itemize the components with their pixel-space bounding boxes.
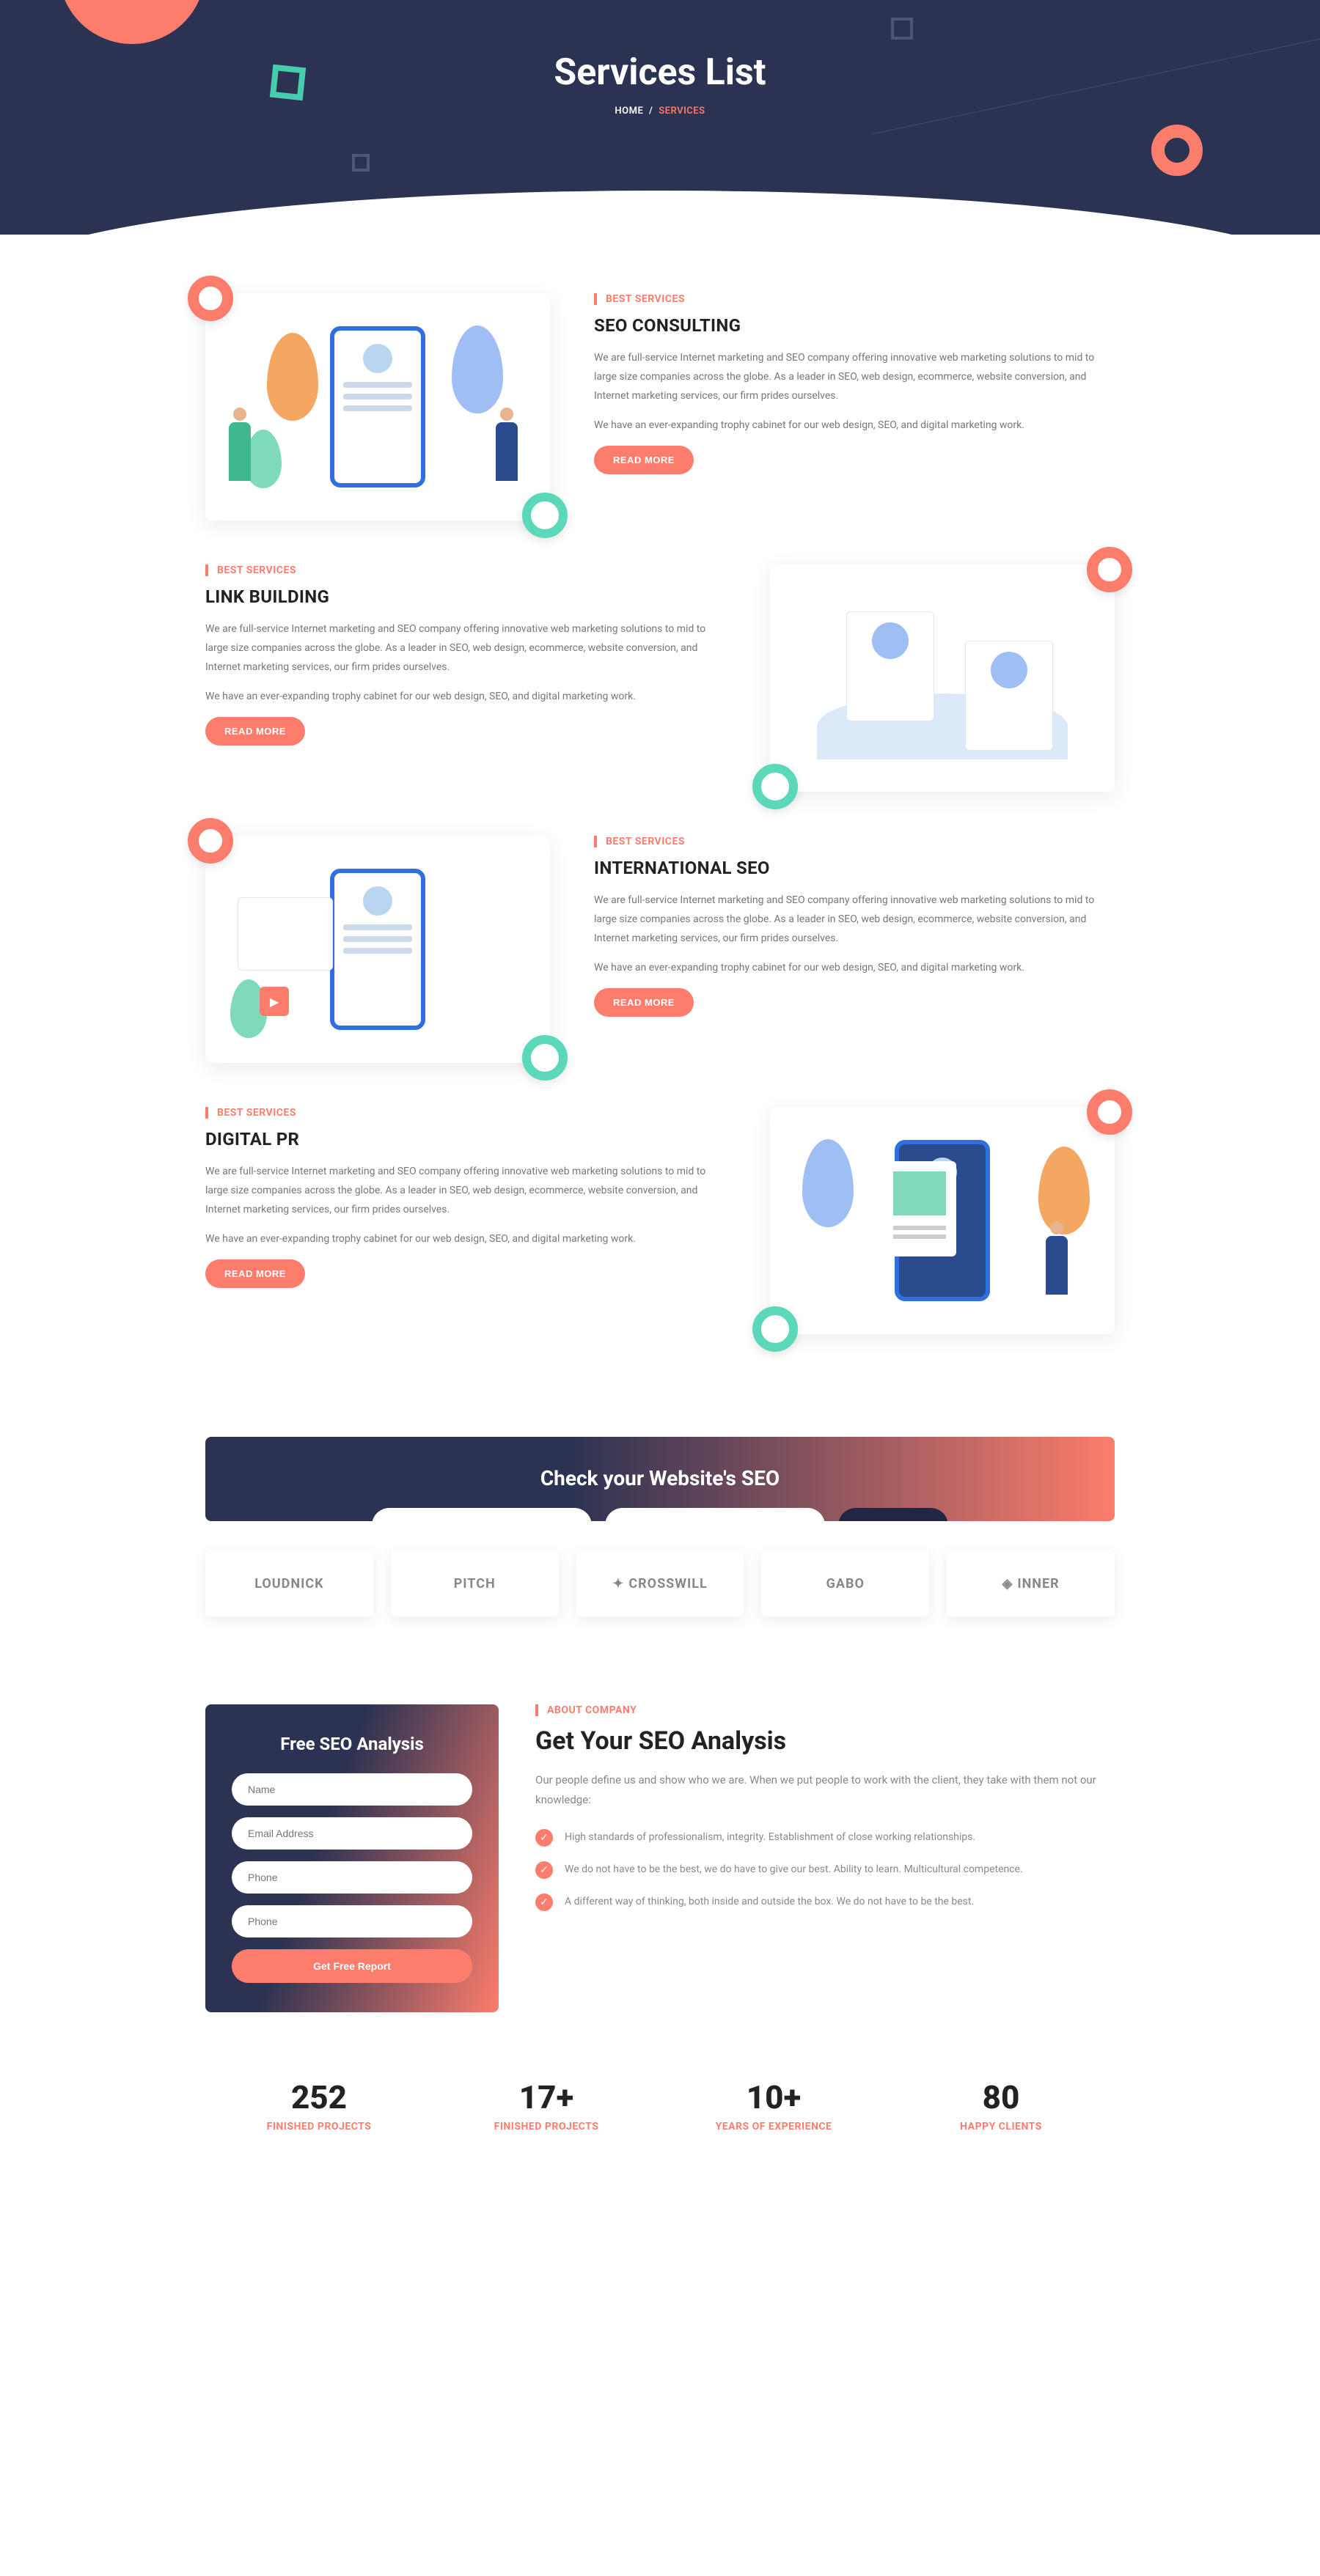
breadcrumb-separator: /: [649, 106, 653, 117]
read-more-button[interactable]: READ MORE: [205, 717, 305, 746]
breadcrumb: HOME / SERVICES: [0, 106, 1320, 117]
analysis-form: Free SEO Analysis Get Free Report: [205, 1704, 499, 2012]
stat-label: YEARS OF EXPERIENCE: [660, 2121, 887, 2132]
services-list: BEST SERVICES SEO CONSULTING We are full…: [205, 235, 1115, 1407]
feature-text: We do not have to be the best, we do hav…: [565, 1861, 1023, 1879]
check-seo-title: Check your Website's SEO: [242, 1466, 1078, 1490]
stat-item: 80 HAPPY CLIENTS: [887, 2078, 1115, 2132]
email-input[interactable]: [232, 1817, 472, 1850]
stat-item: 17+ FINISHED PROJECTS: [433, 2078, 660, 2132]
analysis-label: ABOUT COMPANY: [535, 1704, 1115, 1716]
service-illustration: [205, 293, 550, 520]
service-description: We are full-service Internet marketing a…: [205, 620, 726, 677]
service-description: We have an ever-expanding trophy cabinet…: [205, 1230, 726, 1249]
analysis-form-title: Free SEO Analysis: [232, 1734, 472, 1754]
service-description: We are full-service Internet marketing a…: [594, 349, 1115, 406]
analysis-headline: Get Your SEO Analysis: [535, 1726, 1115, 1756]
submit-button[interactable]: SUBMIT NOW: [838, 1508, 948, 1521]
get-report-button[interactable]: Get Free Report: [232, 1949, 472, 1983]
read-more-button[interactable]: READ MORE: [594, 988, 694, 1017]
partner-logos: LOUDNICK PITCH ✦CROSSWILL GABO ◈INNER: [176, 1550, 1144, 1616]
hero: Services List HOME / SERVICES: [0, 0, 1320, 235]
service-label: BEST SERVICES: [594, 836, 1115, 847]
check-icon: ✓: [535, 1829, 553, 1847]
decor-square: [352, 154, 370, 172]
check-seo-banner: Check your Website's SEO SUBMIT NOW: [205, 1437, 1115, 1521]
service-illustration: ▶: [205, 836, 550, 1063]
service-description: We have an ever-expanding trophy cabinet…: [205, 688, 726, 707]
service-label: BEST SERVICES: [205, 564, 726, 576]
name-input[interactable]: [232, 1773, 472, 1806]
stat-number: 80: [887, 2078, 1115, 2116]
logo-crosswill: ✦CROSSWILL: [576, 1550, 744, 1616]
read-more-button[interactable]: READ MORE: [594, 446, 694, 474]
service-title: INTERNATIONAL SEO: [594, 858, 1115, 878]
service-digital-pr: BEST SERVICES DIGITAL PR We are full-ser…: [205, 1107, 1115, 1334]
logo-gabo: GABO: [761, 1550, 929, 1616]
service-illustration: [770, 1107, 1115, 1334]
decor-square: [891, 18, 913, 40]
phone-input[interactable]: [232, 1905, 472, 1937]
stat-label: HAPPY CLIENTS: [887, 2121, 1115, 2132]
feature-item: ✓ High standards of professionalism, int…: [535, 1829, 1115, 1847]
stat-label: FINISHED PROJECTS: [205, 2121, 433, 2132]
email-input[interactable]: [605, 1508, 825, 1521]
feature-item: ✓ A different way of thinking, both insi…: [535, 1894, 1115, 1911]
stat-number: 17+: [433, 2078, 660, 2116]
service-description: We have an ever-expanding trophy cabinet…: [594, 959, 1115, 978]
breadcrumb-home[interactable]: HOME: [615, 106, 643, 117]
service-link-building: BEST SERVICES LINK BUILDING We are full-…: [205, 564, 1115, 792]
service-seo-consulting: BEST SERVICES SEO CONSULTING We are full…: [205, 293, 1115, 520]
stat-number: 252: [205, 2078, 433, 2116]
service-title: DIGITAL PR: [205, 1129, 726, 1149]
service-title: SEO CONSULTING: [594, 315, 1115, 336]
service-international-seo: ▶ BEST SERVICES INTERNATIONAL SEO We are…: [205, 836, 1115, 1063]
stat-label: FINISHED PROJECTS: [433, 2121, 660, 2132]
feature-text: A different way of thinking, both inside…: [565, 1894, 974, 1911]
logo-loudnick: LOUDNICK: [205, 1550, 373, 1616]
feature-text: High standards of professionalism, integ…: [565, 1829, 975, 1847]
read-more-button[interactable]: READ MORE: [205, 1259, 305, 1288]
feature-item: ✓ We do not have to be the best, we do h…: [535, 1861, 1115, 1879]
check-icon: ✓: [535, 1861, 553, 1879]
stat-item: 252 FINISHED PROJECTS: [205, 2078, 433, 2132]
web-url-input[interactable]: [372, 1508, 592, 1521]
service-illustration: [770, 564, 1115, 792]
stats-row: 252 FINISHED PROJECTS 17+ FINISHED PROJE…: [176, 2078, 1144, 2132]
analysis-section: Free SEO Analysis Get Free Report ABOUT …: [176, 1704, 1144, 2012]
check-icon: ✓: [535, 1894, 553, 1911]
decor-ring: [1151, 125, 1203, 176]
decor-square: [270, 65, 306, 100]
service-label: BEST SERVICES: [205, 1107, 726, 1119]
stat-number: 10+: [660, 2078, 887, 2116]
phone-input[interactable]: [232, 1861, 472, 1894]
service-description: We are full-service Internet marketing a…: [205, 1163, 726, 1220]
stat-item: 10+ YEARS OF EXPERIENCE: [660, 2078, 887, 2132]
logo-pitch: PITCH: [391, 1550, 559, 1616]
service-title: LINK BUILDING: [205, 586, 726, 607]
service-description: We are full-service Internet marketing a…: [594, 891, 1115, 949]
service-description: We have an ever-expanding trophy cabinet…: [594, 416, 1115, 435]
logo-inner: ◈INNER: [947, 1550, 1115, 1616]
breadcrumb-current: SERVICES: [659, 106, 705, 117]
analysis-intro: Our people define us and show who we are…: [535, 1770, 1115, 1810]
service-label: BEST SERVICES: [594, 293, 1115, 305]
